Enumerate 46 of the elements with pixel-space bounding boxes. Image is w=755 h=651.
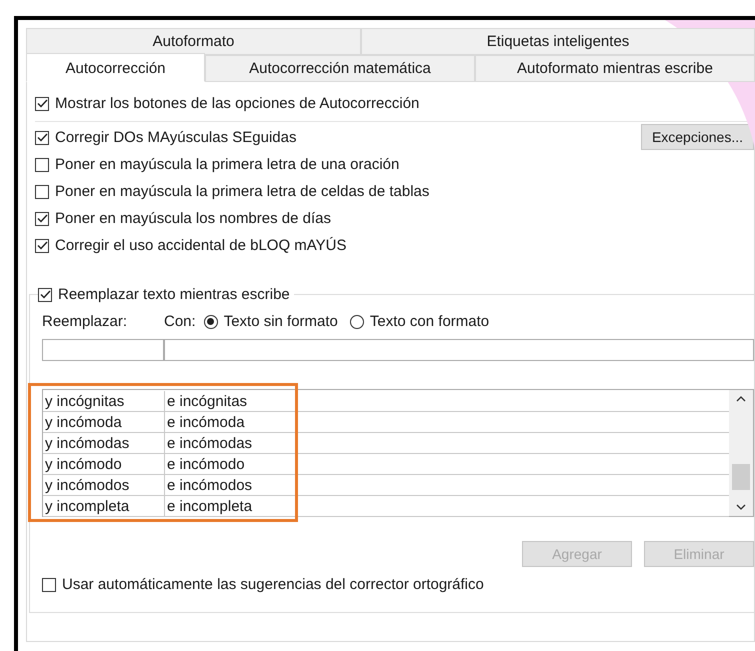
replace-cell[interactable]: y incógnitas <box>43 391 165 411</box>
with-cell[interactable]: e incómodo <box>165 454 729 474</box>
exceptions-button[interactable]: Excepciones... <box>640 124 754 150</box>
option-label: Mostrar los botones de las opciones de Autocorrección <box>55 95 420 112</box>
replace-cell[interactable]: y incómodo <box>43 454 165 474</box>
tab[interactable]: Autocorrección matemática <box>205 55 475 82</box>
checkbox[interactable] <box>38 288 52 302</box>
option-label: Poner en mayúscula la primera letra de una oración <box>55 156 400 173</box>
chevron-up-icon[interactable] <box>736 396 746 402</box>
scroll-thumb[interactable] <box>732 464 750 490</box>
with-cell[interactable]: e incómodas <box>165 433 729 453</box>
checkbox[interactable] <box>35 158 49 172</box>
option-label: Reemplazar texto mientras escribe <box>58 286 290 303</box>
option-label: Poner en mayúscula los nombres de días <box>55 210 331 227</box>
option-label: Usar automáticamente las sugerencias del corrector ortográfico <box>62 576 484 593</box>
with-cell[interactable]: e incómodos <box>165 475 729 495</box>
radio-label: Texto con formato <box>370 313 490 330</box>
checkbox[interactable] <box>42 578 56 592</box>
tab[interactable]: Autoformato mientras escribe <box>475 55 755 82</box>
replace-input[interactable] <box>42 339 164 361</box>
with-input[interactable] <box>164 339 754 361</box>
tab[interactable]: Autoformato <box>26 28 361 55</box>
tab[interactable]: Etiquetas inteligentes <box>361 28 755 55</box>
checkbox[interactable] <box>35 212 49 226</box>
checkbox[interactable] <box>35 238 49 252</box>
with-cell[interactable]: e incómoda <box>165 412 729 432</box>
replace-label: Reemplazar: <box>42 313 128 330</box>
with-cell[interactable]: e incompleta <box>165 496 729 516</box>
radio-label: Texto sin formato <box>224 313 338 330</box>
replace-cell[interactable]: y incómodos <box>43 475 165 495</box>
with-label: Con: <box>164 313 196 330</box>
with-cell[interactable]: e incógnitas <box>165 391 729 411</box>
replace-cell[interactable]: y incómoda <box>43 412 165 432</box>
option-label: Poner en mayúscula la primera letra de celdas de tablas <box>55 183 430 200</box>
radio-button[interactable] <box>350 314 364 328</box>
replace-cell[interactable]: y incómodas <box>43 433 165 453</box>
checkbox[interactable] <box>35 130 49 144</box>
replace-cell[interactable]: y incompleta <box>43 496 165 516</box>
option-label: Corregir el uso accidental de bLOQ mAYÚS <box>55 237 347 254</box>
tab[interactable]: Autocorrección <box>26 53 205 82</box>
checkbox[interactable] <box>35 96 49 110</box>
checkbox[interactable] <box>35 184 49 198</box>
scrollbar[interactable] <box>729 390 753 516</box>
chevron-down-icon[interactable] <box>736 504 746 510</box>
radio-button[interactable] <box>204 314 218 328</box>
option-label: Corregir DOs MAyúsculas SEguidas <box>55 129 296 146</box>
